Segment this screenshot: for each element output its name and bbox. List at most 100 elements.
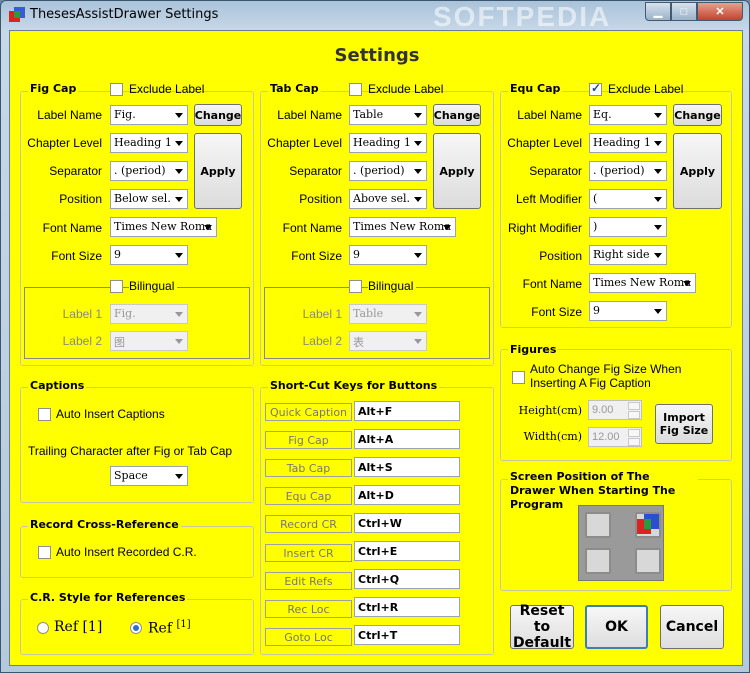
tab-position-combo[interactable]: Above sel.: [349, 189, 427, 209]
shortcut-key-input[interactable]: Ctrl+Q: [354, 569, 460, 589]
fig-position-combo[interactable]: Below sel.: [110, 189, 188, 209]
fig-chapter-level-combo[interactable]: Heading 1: [110, 133, 188, 153]
fig-font-name-value: Times New Roma: [114, 220, 212, 233]
position-bottom-left[interactable]: [585, 548, 611, 574]
title-bar[interactable]: ThesesAssistDrawer Settings SOFTPEDIA ▁ …: [1, 1, 749, 32]
fig-font-name-combo[interactable]: Times New Roma: [110, 217, 217, 237]
reset-to-default-button[interactable]: Reset to Default: [510, 603, 574, 651]
fig-label-name-combo[interactable]: Fig.: [110, 105, 188, 125]
minimize-button[interactable]: ▁: [645, 2, 671, 21]
equ-exclude-checkbox[interactable]: [589, 81, 602, 96]
tab-font-size-combo[interactable]: 9: [349, 245, 427, 265]
equ-font-name-label: Font Name: [522, 277, 582, 291]
fig-label-name-value: Fig.: [114, 108, 136, 121]
equ-apply-button[interactable]: Apply: [673, 133, 722, 209]
equ-right-modifier-value: ): [593, 220, 598, 233]
chevron-down-icon: [414, 169, 422, 174]
shortcut-key-input[interactable]: Alt+A: [354, 429, 460, 449]
equ-right-modifier-label: Right Modifier: [507, 221, 582, 235]
shortcut-key-input[interactable]: Ctrl+W: [354, 513, 460, 533]
shortcut-label[interactable]: Rec Loc: [265, 600, 352, 618]
cr-style-superscript-label: Ref [1]: [148, 619, 191, 637]
tab-apply-button[interactable]: Apply: [433, 133, 481, 209]
fig-position-label: Position: [59, 192, 102, 206]
equ-right-modifier-combo[interactable]: ): [589, 217, 667, 237]
chevron-down-icon: [175, 253, 183, 258]
shortcut-label[interactable]: Insert CR: [265, 544, 352, 562]
shortcut-label[interactable]: Goto Loc: [265, 628, 352, 646]
equ-label-name-combo[interactable]: Eq.: [589, 105, 667, 125]
spin-down-icon[interactable]: [628, 411, 640, 419]
spin-up-icon[interactable]: [628, 402, 640, 410]
figures-heading: Figures: [508, 343, 559, 356]
shortcut-label[interactable]: Equ Cap: [265, 487, 352, 505]
equ-font-name-combo[interactable]: Times New Roma: [589, 273, 696, 293]
width-spinner[interactable]: 12.00: [588, 427, 642, 447]
shortcut-key-input[interactable]: Alt+F: [354, 401, 460, 421]
import-fig-size-button[interactable]: Import Fig Size: [655, 404, 713, 444]
client-area: Settings Fig Cap Exclude Label Label Nam…: [9, 30, 743, 666]
shortcut-label[interactable]: Record CR: [265, 515, 352, 533]
equ-change-button[interactable]: Change: [673, 104, 722, 126]
shortcut-label[interactable]: Fig Cap: [265, 431, 352, 449]
equ-chapter-level-combo[interactable]: Heading 1: [589, 133, 667, 153]
trailing-char-value: Space: [114, 469, 148, 482]
tab-separator-combo[interactable]: . (period): [349, 161, 427, 181]
trailing-char-combo[interactable]: Space: [110, 466, 188, 486]
position-bottom-right[interactable]: [635, 548, 661, 574]
fig-separator-combo[interactable]: . (period): [110, 161, 188, 181]
tab-position-label: Position: [299, 192, 342, 206]
shortcut-key-input[interactable]: Ctrl+E: [354, 541, 460, 561]
shortcut-key-input[interactable]: Alt+D: [354, 485, 460, 505]
tab-label2-combo[interactable]: 表: [349, 331, 427, 351]
chevron-down-icon: [175, 312, 183, 317]
shortcut-key-input[interactable]: Ctrl+R: [354, 597, 460, 617]
height-spinner[interactable]: 9.00: [588, 400, 642, 420]
fig-apply-button[interactable]: Apply: [194, 133, 242, 209]
tab-font-name-combo[interactable]: Times New Roma: [349, 217, 456, 237]
fig-label1-combo[interactable]: Fig.: [110, 304, 188, 324]
shortcut-key-input[interactable]: Alt+S: [354, 457, 460, 477]
fig-exclude-checkbox[interactable]: [110, 83, 123, 96]
spin-up-icon[interactable]: [628, 429, 640, 437]
shortcut-label[interactable]: Quick Caption: [265, 403, 352, 421]
tab-label-name-combo[interactable]: Table: [349, 105, 427, 125]
cancel-button[interactable]: Cancel: [660, 605, 724, 649]
fig-bilingual-checkbox[interactable]: [110, 280, 123, 293]
auto-insert-captions-checkbox[interactable]: [38, 408, 51, 421]
tab-chapter-level-combo[interactable]: Heading 1: [349, 133, 427, 153]
cr-style-superscript-radio[interactable]: [130, 622, 142, 634]
shortcut-label[interactable]: Tab Cap: [265, 459, 352, 477]
close-button[interactable]: ✕: [697, 2, 743, 21]
tab-label-name-value: Table: [353, 108, 384, 121]
position-top-left[interactable]: [585, 512, 611, 538]
maximize-button[interactable]: □: [671, 2, 697, 21]
fig-label2-combo[interactable]: 图: [110, 331, 188, 351]
shortcut-key-input[interactable]: Ctrl+T: [354, 625, 460, 645]
chevron-down-icon: [204, 225, 212, 230]
fig-chapter-level-value: Heading 1: [114, 136, 172, 149]
tab-label1-combo[interactable]: Table: [349, 304, 427, 324]
fig-exclude-label: Exclude Label: [129, 82, 205, 96]
equ-left-modifier-combo[interactable]: (: [589, 189, 667, 209]
equ-font-size-combo[interactable]: 9: [589, 301, 667, 321]
auto-insert-cr-checkbox[interactable]: [38, 546, 51, 559]
cr-style-bracket-radio[interactable]: [37, 622, 49, 634]
settings-window: ThesesAssistDrawer Settings SOFTPEDIA ▁ …: [0, 0, 750, 673]
fig-bilingual-label: Bilingual: [129, 279, 178, 293]
tab-change-button[interactable]: Change: [433, 104, 481, 126]
fig-font-size-combo[interactable]: 9: [110, 245, 188, 265]
spin-down-icon[interactable]: [628, 438, 640, 446]
tab-exclude-checkbox[interactable]: [349, 83, 362, 96]
ok-button[interactable]: OK: [585, 605, 648, 649]
chevron-down-icon: [654, 197, 662, 202]
close-icon: ✕: [715, 6, 725, 18]
tab-bilingual-checkbox[interactable]: [349, 280, 362, 293]
shortcut-label[interactable]: Edit Refs: [265, 572, 352, 590]
position-top-right[interactable]: [635, 512, 661, 538]
tab-separator-value: . (period): [353, 164, 405, 177]
auto-change-fig-size-checkbox[interactable]: [512, 371, 525, 384]
fig-change-button[interactable]: Change: [194, 104, 242, 126]
equ-separator-combo[interactable]: . (period): [589, 161, 667, 181]
equ-position-combo[interactable]: Right side: [589, 245, 667, 265]
